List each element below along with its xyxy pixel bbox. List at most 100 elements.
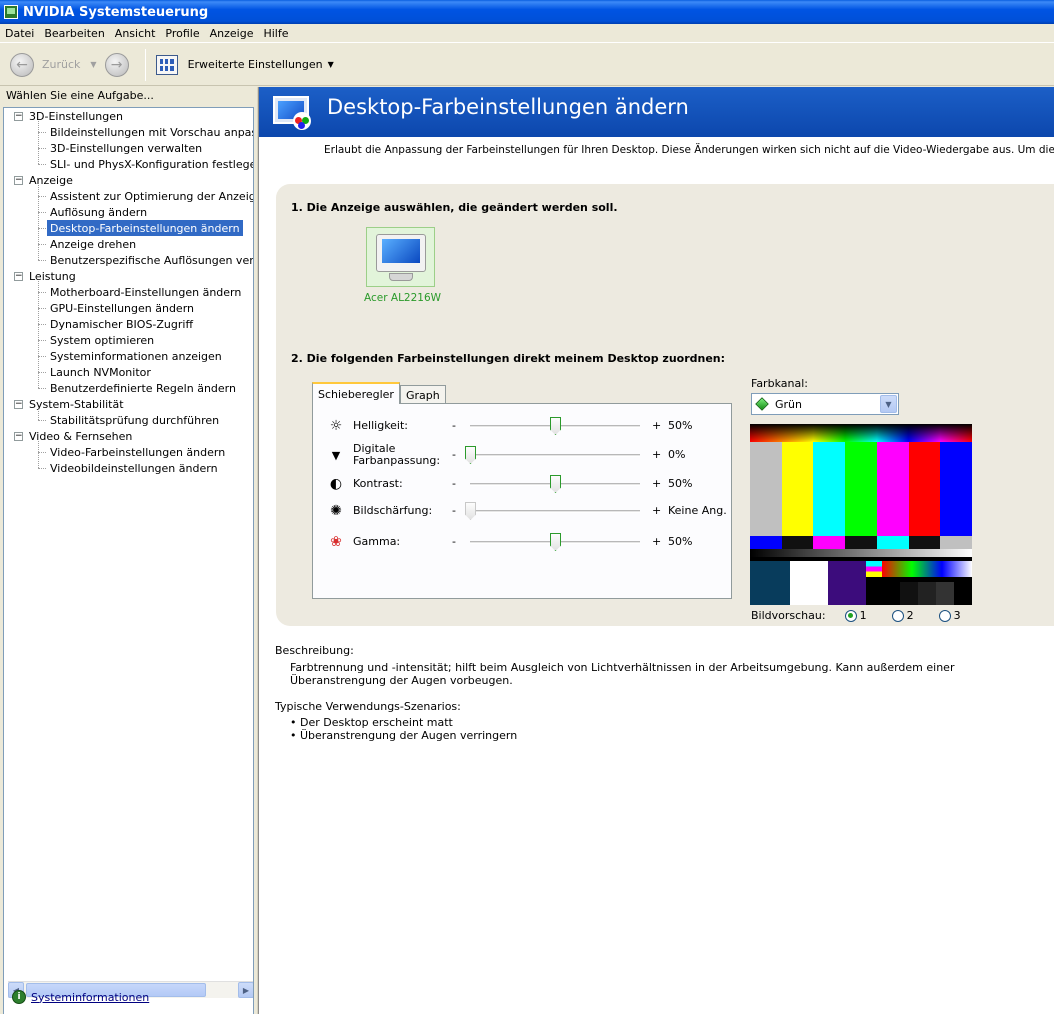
slider-thumb[interactable] [550,475,561,493]
preview-option-3[interactable]: 3 [936,609,961,622]
slider-plus: + [652,504,662,517]
system-info-link[interactable]: i Systeminformationen [12,990,149,1004]
tab-sliders[interactable]: Schieberegler [312,382,400,404]
tree-item[interactable]: Bildeinstellungen mit Vorschau anpassen [47,124,253,140]
tree-category[interactable]: − Leistung [14,268,76,284]
tree-item[interactable]: Anzeige drehen [47,236,139,252]
slider-minus: - [452,535,456,548]
slider-thumb[interactable] [550,417,561,435]
tree-item[interactable]: Benutzerspezifische Auflösungen verwalte… [47,252,253,268]
display-selector[interactable] [366,227,435,287]
title-bar: NVIDIA Systemsteuerung [0,0,1054,24]
contrast-icon: ◐ [329,476,343,492]
chevron-down-icon[interactable]: ▼ [328,60,334,69]
usage-list: Der Desktop erscheint matt Überanstrengu… [290,716,517,742]
forward-arrow-icon[interactable]: → [104,52,129,77]
collapse-icon[interactable]: − [14,271,23,281]
tree-item[interactable]: Assistent zur Optimierung der Anzeige au… [47,188,253,204]
tree-item[interactable]: Auflösung ändern [47,204,150,220]
usage-item: Der Desktop erscheint matt [290,716,517,729]
slider-row: ❀ Gamma: - +50% [313,530,733,554]
radio-button[interactable] [938,609,951,622]
slider-label: Kontrast: [353,477,403,490]
tree-item[interactable]: Benutzerdefinierte Regeln ändern [47,380,239,396]
chevron-down-icon[interactable]: ▼ [880,395,897,413]
tree-item[interactable]: Stabilitätsprüfung durchführen [47,412,222,428]
tree-connector [38,132,46,133]
preview-option-1[interactable]: 1 [842,609,867,622]
slider-row: ✺ Bildschärfung: - + Keine Ang. [313,499,733,523]
color-channel-select[interactable]: Grün ▼ [751,393,899,415]
tree-item[interactable]: Motherboard-Einstellungen ändern [47,284,244,300]
tab-graph[interactable]: Graph [399,385,446,405]
advanced-settings-icon[interactable] [155,54,178,75]
description-heading: Beschreibung: [275,644,354,657]
collapse-icon[interactable]: − [14,431,23,441]
advanced-settings-button[interactable]: Erweiterte Einstellungen [188,58,323,71]
slider-track[interactable] [470,510,640,513]
tree-connector [38,324,46,325]
slider-row: ☼ Helligkeit: - +50% [313,414,733,438]
system-info-link-label[interactable]: Systeminformationen [31,991,149,1004]
radio-button[interactable] [891,609,904,622]
slider-thumb[interactable] [465,446,476,464]
tree-item[interactable]: 3D-Einstellungen verwalten [47,140,205,156]
color-channel-label: Farbkanal: [751,377,808,390]
tree-item[interactable]: GPU-Einstellungen ändern [47,300,197,316]
back-history-dropdown-icon[interactable]: ▼ [90,60,96,69]
tab-strip: Schieberegler Graph [312,382,446,405]
tree-item[interactable]: Video-Farbeinstellungen ändern [47,444,228,460]
tree-item[interactable]: Desktop-Farbeinstellungen ändern [47,220,243,236]
menu-profile[interactable]: Profile [160,27,204,40]
tree-connector [38,292,46,293]
slider-row: ◐ Kontrast: - +50% [313,472,733,496]
slider-thumb[interactable] [550,533,561,551]
tree-connector [38,468,46,469]
tree-connector [38,372,46,373]
display-name[interactable]: Acer AL2216W [364,292,441,304]
tree-item[interactable]: Videobildeinstellungen ändern [47,460,221,476]
menu-ansicht[interactable]: Ansicht [110,27,161,40]
tree-connector [38,164,46,165]
tree-connector [38,121,39,164]
collapse-icon[interactable]: − [14,111,23,121]
tree-category[interactable]: − Video & Fernsehen [14,428,132,444]
task-tree[interactable]: −3D-Einstellungen Bildeinstellungen mit V… [3,107,254,1014]
radio-button[interactable] [844,609,857,622]
slider-minus: - [452,448,456,461]
tree-item[interactable]: Launch NVMonitor [47,364,154,380]
slider-plus: + [652,477,662,490]
back-arrow-icon[interactable]: ← [10,52,34,77]
tree-category[interactable]: − Anzeige [14,172,73,188]
tree-item[interactable]: System optimieren [47,332,157,348]
slider-minus: - [452,419,456,432]
slider-value: 50% [668,535,693,548]
tree-category[interactable]: − System-Stabilität [14,396,124,412]
green-channel-icon [755,397,769,411]
slider-track[interactable] [470,454,640,457]
collapse-icon[interactable]: − [14,399,23,409]
digital-vibrance-icon: ▼ [331,448,341,462]
menu-hilfe[interactable]: Hilfe [258,27,293,40]
scroll-right-icon[interactable]: ▶ [238,982,253,998]
tree-connector [38,388,46,389]
slider-thumb [465,502,476,520]
step1-heading: 1. Die Anzeige auswählen, die geändert w… [291,201,618,214]
tree-item[interactable]: Dynamischer BIOS-Zugriff [47,316,196,332]
menu-bearbeiten[interactable]: Bearbeiten [39,27,109,40]
gamma-icon: ❀ [330,534,342,550]
preview-option-2[interactable]: 2 [889,609,914,622]
tree-connector [38,212,46,213]
menu-anzeige[interactable]: Anzeige [205,27,259,40]
back-button-label[interactable]: Zurück [42,58,80,71]
tree-category[interactable]: −3D-Einstellungen [14,108,123,124]
tree-item[interactable]: Systeminformationen anzeigen [47,348,225,364]
menu-bar: Datei Bearbeiten Ansicht Profile Anzeige… [0,24,1054,43]
tree-item[interactable]: SLI- und PhysX-Konfiguration festlegen [47,156,253,172]
sharpness-icon: ✺ [330,503,342,519]
menu-datei[interactable]: Datei [0,27,39,40]
preview-option-label: 2 [906,609,914,622]
collapse-icon[interactable]: − [14,175,23,185]
page-intro: Erlaubt die Anpassung der Farbeinstellun… [324,144,1054,156]
slider-minus: - [452,504,456,517]
